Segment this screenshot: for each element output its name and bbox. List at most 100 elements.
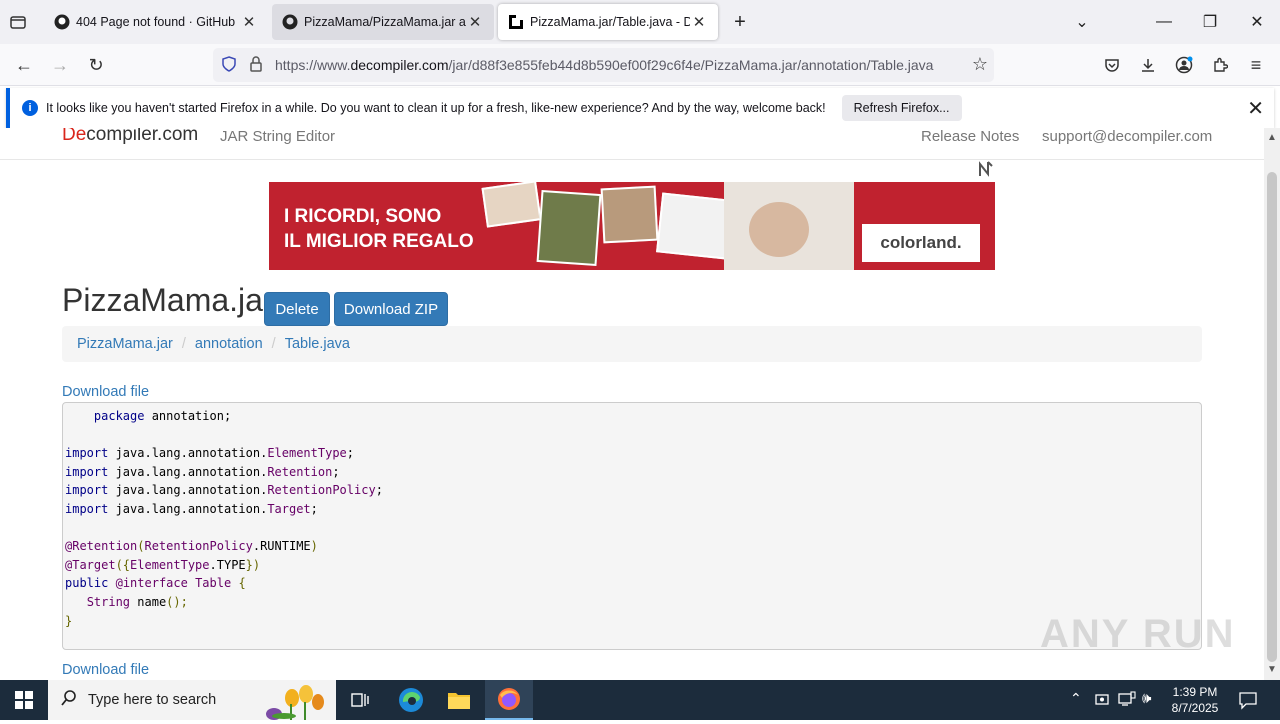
bookmark-star-icon[interactable]: ☆ xyxy=(972,54,988,75)
ad-line-1: I RICORDI, SONO xyxy=(284,206,442,227)
url-path: /jar/d88f3e855feb44d8b590ef00f29c6f4e/Pi… xyxy=(448,57,934,73)
chevron-down-icon[interactable]: ⌄ xyxy=(1068,8,1096,36)
tab-table-java[interactable]: PizzaMama.jar/Table.java - Deco ✕ xyxy=(498,4,718,40)
code-line: import java.lang.annotation.ElementType; xyxy=(65,446,355,461)
pocket-icon[interactable] xyxy=(1097,50,1127,80)
system-clock[interactable]: 1:39 PM 8/7/2025 xyxy=(1168,684,1222,716)
breadcrumb-file[interactable]: Table.java xyxy=(285,336,350,352)
file-explorer-icon[interactable] xyxy=(435,680,483,720)
github-icon xyxy=(54,14,70,30)
code-line: import java.lang.annotation.Target; xyxy=(65,501,318,516)
close-tab-icon[interactable]: ✕ xyxy=(240,13,258,31)
notification-bar: i It looks like you haven't started Fire… xyxy=(6,88,1274,128)
download-file-link-top[interactable]: Download file xyxy=(62,384,149,400)
url-bar[interactable]: https://www.decompiler.com/jar/d88f3e855… xyxy=(213,48,994,82)
code-line: @Retention(RetentionPolicy.RUNTIME) xyxy=(65,539,318,554)
tab-label: PizzaMama/PizzaMama.jar at ma xyxy=(304,15,466,29)
ad-line-2: IL MIGLIOR REGALO xyxy=(284,231,474,252)
windows-start-icon[interactable] xyxy=(0,680,48,720)
back-icon[interactable]: ← xyxy=(9,50,39,80)
search-icon xyxy=(60,689,78,711)
logo-suffix: compiler.com xyxy=(86,128,199,145)
nav-jar-string-editor[interactable]: JAR String Editor xyxy=(220,128,335,145)
url-domain: decompiler.com xyxy=(350,57,449,73)
taskbar: Type here to search ⌃ 🕪 1:39 PM 8/7/2025 xyxy=(0,680,1280,720)
network-icon[interactable] xyxy=(1118,691,1136,712)
nav-support-email[interactable]: support@decompiler.com xyxy=(1042,128,1212,145)
decompiler-icon xyxy=(508,14,524,30)
ad-headline: I RICORDI, SONO IL MIGLIOR REGALO xyxy=(284,204,474,254)
search-placeholder: Type here to search xyxy=(88,692,217,708)
ad-choices-icon[interactable] xyxy=(978,160,994,178)
extensions-icon[interactable] xyxy=(1205,50,1235,80)
code-line: String name(); xyxy=(86,594,188,609)
info-icon: i xyxy=(22,100,38,116)
taskbar-search-box[interactable]: Type here to search xyxy=(48,680,336,720)
tab-label: PizzaMama.jar/Table.java - Deco xyxy=(530,15,690,29)
close-window-icon[interactable]: ✕ xyxy=(1243,8,1271,36)
task-view-icon[interactable] xyxy=(336,680,384,720)
ad-logo: colorland. xyxy=(862,224,980,262)
code-line: package annotation; xyxy=(93,409,232,423)
tab-label: 404 Page not found · GitHub xyxy=(76,15,236,29)
breadcrumb-separator: / xyxy=(181,336,186,352)
logo-prefix: De xyxy=(62,128,87,145)
breadcrumb-annotation[interactable]: annotation xyxy=(195,336,263,352)
breadcrumb-separator: / xyxy=(271,336,276,352)
show-hidden-icons[interactable]: ⌃ xyxy=(1070,690,1082,707)
clock-date: 8/7/2025 xyxy=(1171,701,1219,715)
breadcrumb: PizzaMama.jar / annotation / Table.java xyxy=(62,326,1202,362)
notifications-icon[interactable] xyxy=(1238,690,1258,715)
advertisement-banner[interactable]: I RICORDI, SONO IL MIGLIOR REGALO colorl… xyxy=(269,182,995,270)
refresh-firefox-button[interactable]: Refresh Firefox... xyxy=(841,95,962,121)
close-tab-icon[interactable]: ✕ xyxy=(466,13,484,31)
code-line: import java.lang.annotation.Retention; xyxy=(65,464,340,479)
url-prefix: https://www. xyxy=(275,57,351,73)
nav-release-notes[interactable]: Release Notes xyxy=(921,128,1019,145)
github-icon xyxy=(282,14,298,30)
code-line: public @interface Table { xyxy=(65,576,246,591)
scroll-down-icon[interactable]: ▼ xyxy=(1267,664,1277,675)
page-scrollbar[interactable]: ▲ ▼ xyxy=(1264,128,1280,680)
ad-photo-collage xyxy=(481,182,854,270)
edge-icon[interactable] xyxy=(387,680,435,720)
page-title: PizzaMama.jar xyxy=(62,282,274,318)
volume-icon[interactable]: 🕪 xyxy=(1142,690,1151,707)
tulips-decoration-icon xyxy=(254,684,334,720)
scrollbar-thumb[interactable] xyxy=(1267,172,1277,662)
close-icon[interactable]: ✕ xyxy=(1247,96,1264,121)
watermark: ANY RUN xyxy=(1040,612,1236,656)
account-icon[interactable] xyxy=(1169,50,1199,80)
firefox-taskbar-icon[interactable] xyxy=(485,680,533,720)
code-viewer[interactable]: package annotation; import java.lang.ann… xyxy=(62,402,1202,650)
clock-time: 1:39 PM xyxy=(1172,685,1218,699)
code-line: import java.lang.annotation.RetentionPol… xyxy=(65,483,383,498)
page-content: Decompiler.com JAR String Editor Release… xyxy=(0,128,1264,680)
close-tab-icon[interactable]: ✕ xyxy=(690,13,708,31)
breadcrumb-jar[interactable]: PizzaMama.jar xyxy=(77,336,173,352)
download-zip-button[interactable]: Download ZIP xyxy=(334,292,448,326)
forward-icon[interactable]: → xyxy=(45,50,75,80)
downloads-icon[interactable] xyxy=(1133,50,1163,80)
meet-now-icon[interactable] xyxy=(1094,691,1110,712)
scroll-up-icon[interactable]: ▲ xyxy=(1267,132,1277,143)
new-tab-icon[interactable]: + xyxy=(726,8,754,36)
tab-github-404[interactable]: 404 Page not found · GitHub ✕ xyxy=(44,4,268,40)
minimize-icon[interactable]: — xyxy=(1150,8,1178,36)
tab-strip: 404 Page not found · GitHub ✕ PizzaMama/… xyxy=(0,0,1280,44)
tab-list-icon[interactable] xyxy=(8,12,30,32)
code-line: @Target({ElementType.TYPE}) xyxy=(65,557,261,572)
tracking-protection-icon[interactable] xyxy=(221,55,239,75)
lock-icon[interactable] xyxy=(249,55,265,75)
restore-icon[interactable]: ❐ xyxy=(1196,8,1224,36)
tab-pizzamama-github[interactable]: PizzaMama/PizzaMama.jar at ma ✕ xyxy=(272,4,494,40)
code-line: } xyxy=(65,613,73,628)
navigation-toolbar: ← → ↻ https://www.decompiler.com/jar/d88… xyxy=(0,44,1280,86)
site-logo[interactable]: Decompiler.com xyxy=(62,128,198,146)
download-file-link-bottom[interactable]: Download file xyxy=(62,662,149,678)
menu-icon[interactable]: ≡ xyxy=(1241,50,1271,80)
reload-icon[interactable]: ↻ xyxy=(81,50,111,80)
delete-button[interactable]: Delete xyxy=(264,292,330,326)
